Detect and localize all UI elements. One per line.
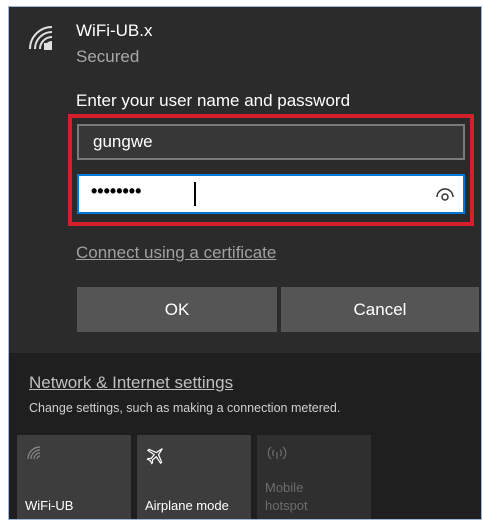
- tile-airplane-mode[interactable]: Airplane mode: [137, 435, 251, 519]
- tile-mobile-hotspot[interactable]: Mobile hotspot: [257, 435, 371, 519]
- tile-hotspot-label-line1: Mobile: [265, 480, 304, 495]
- wifi-icon: [27, 446, 41, 460]
- cancel-button[interactable]: Cancel: [281, 287, 479, 332]
- ok-button[interactable]: OK: [77, 287, 277, 332]
- network-connect-panel: WiFi-UB.x Secured Enter your user name a…: [9, 7, 481, 353]
- network-settings-link[interactable]: Network & Internet settings: [29, 373, 233, 393]
- text-caret: [194, 182, 196, 206]
- password-value: ••••••••: [91, 181, 142, 201]
- tile-hotspot-label: Mobile hotspot: [265, 479, 308, 515]
- password-field[interactable]: ••••••••: [77, 174, 465, 214]
- airplane-icon: [146, 448, 163, 465]
- tile-hotspot-label-line2: hotspot: [265, 498, 308, 513]
- network-settings-description: Change settings, such as making a connec…: [29, 401, 341, 415]
- quick-actions-panel: Network & Internet settings Change setti…: [9, 353, 481, 519]
- network-name: WiFi-UB.x: [76, 21, 153, 40]
- eye-icon[interactable]: [435, 185, 455, 203]
- tile-airplane-label: Airplane mode: [145, 498, 229, 513]
- tile-wifi-label: WiFi-UB: [25, 498, 74, 513]
- tile-wifi[interactable]: WiFi-UB: [17, 435, 131, 519]
- wifi-secured-icon: [29, 26, 53, 50]
- credentials-prompt: Enter your user name and password: [76, 91, 351, 110]
- username-field[interactable]: gungwe: [77, 124, 465, 160]
- network-status: Secured: [76, 47, 140, 66]
- mobile-hotspot-icon: [267, 446, 287, 460]
- network-flyout: WiFi-UB.x Secured Enter your user name a…: [8, 6, 482, 520]
- connect-certificate-link[interactable]: Connect using a certificate: [76, 243, 276, 263]
